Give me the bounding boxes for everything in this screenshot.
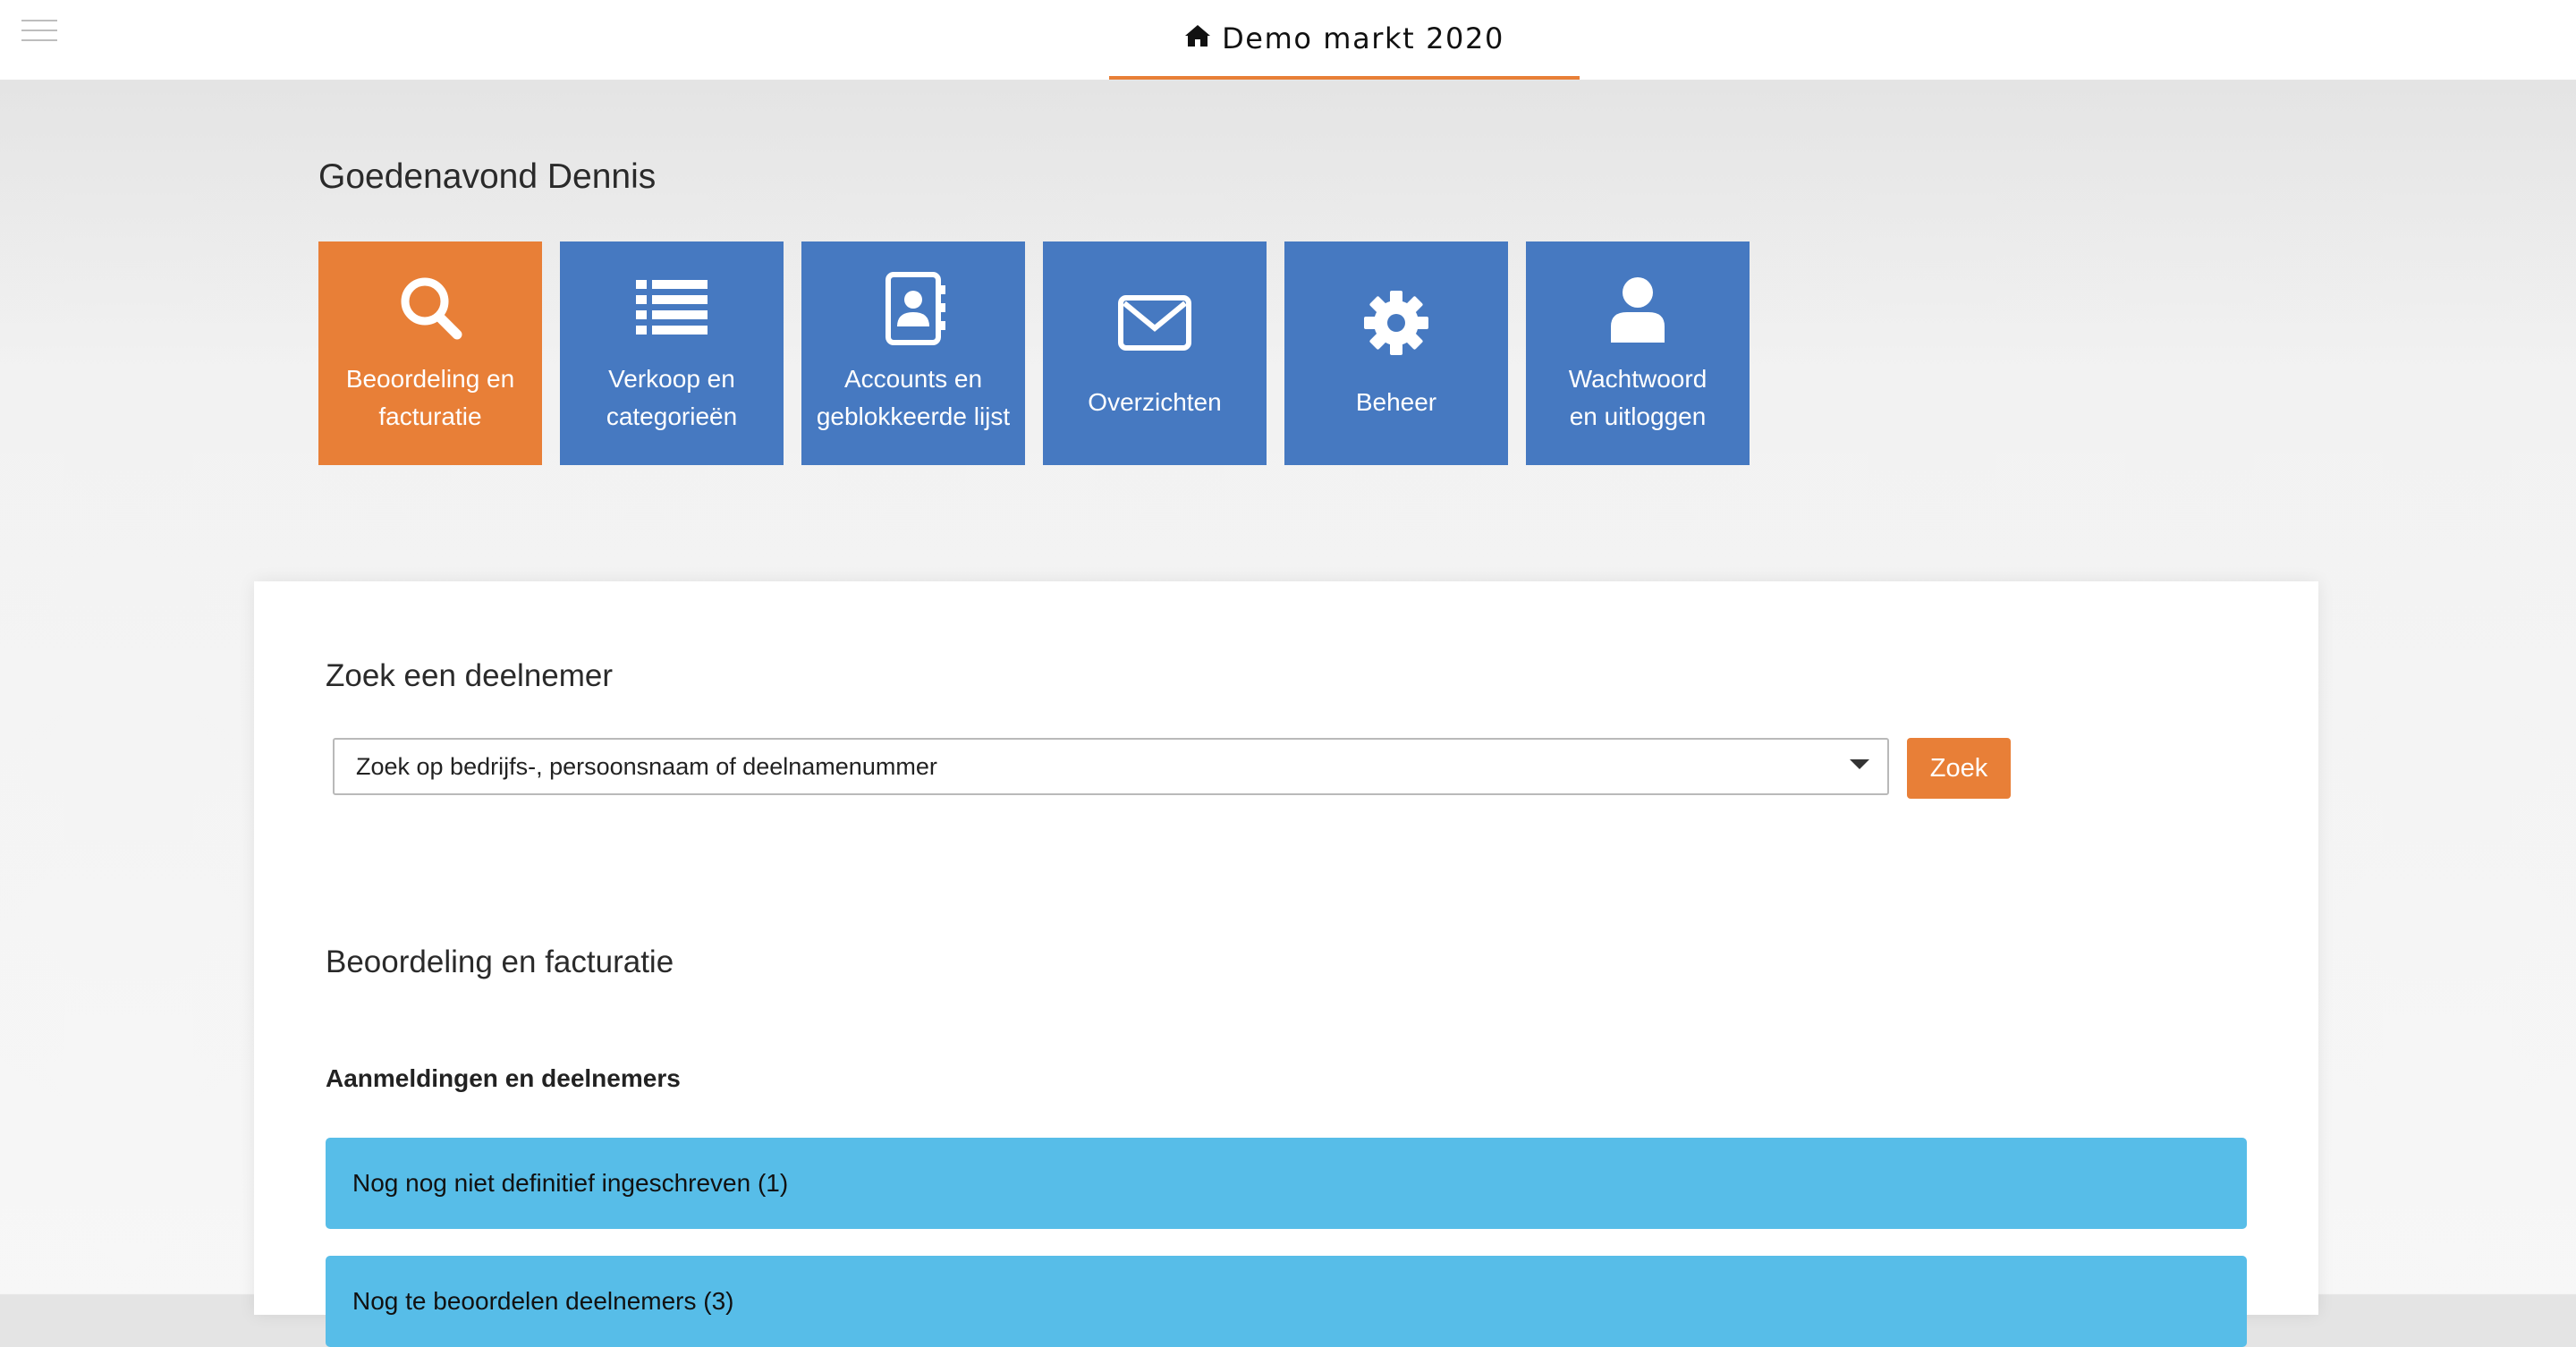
search-placeholder: Zoek op bedrijfs-, persoonsnaam of deeln… — [356, 752, 937, 780]
address-book-icon — [876, 271, 951, 346]
user-icon — [1600, 271, 1675, 346]
tile-verkoop-en-categorieen[interactable]: Verkoop en categorieën — [560, 241, 784, 465]
tile-wachtwoord-en-uitloggen[interactable]: Wachtwoord en uitloggen — [1526, 241, 1750, 465]
top-bar: Demo markt 2020 — [0, 0, 2576, 80]
tile-label: Verkoop en categorieën — [606, 365, 738, 430]
tile-beoordeling-en-facturatie[interactable]: Beoordeling en facturatie — [318, 241, 542, 465]
status-row-not-definitive[interactable]: Nog nog niet definitief ingeschreven (1) — [326, 1138, 2247, 1229]
tile-overzichten[interactable]: Overzichten — [1043, 241, 1267, 465]
tile-accounts-en-geblokkeerde-lijst[interactable]: Accounts en geblokkeerde lijst — [801, 241, 1025, 465]
tile-label: Wachtwoord en uitloggen — [1568, 365, 1707, 430]
list-icon — [634, 271, 709, 346]
tile-label: Accounts en geblokkeerde lijst — [816, 365, 1011, 430]
search-section-title: Zoek een deelnemer — [326, 658, 614, 693]
tile-beheer[interactable]: Beheer — [1284, 241, 1508, 465]
home-tab[interactable]: Demo markt 2020 — [1109, 0, 1580, 80]
participant-search-select[interactable]: Zoek op bedrijfs-, persoonsnaam of deeln… — [333, 738, 1889, 795]
section-title: Beoordeling en facturatie — [326, 945, 674, 979]
search-icon — [393, 271, 468, 346]
greeting-heading: Goedenavond Dennis — [318, 157, 657, 196]
chevron-down-icon — [1850, 759, 1869, 769]
navigation-tiles: Beoordeling en facturatie Verkoop en cat… — [318, 241, 1750, 465]
status-row-label: Nog nog niet definitief ingeschreven (1) — [352, 1169, 789, 1197]
home-icon — [1184, 23, 1211, 53]
status-row-to-review[interactable]: Nog te beoordelen deelnemers (3) — [326, 1256, 2247, 1347]
hamburger-icon[interactable] — [21, 20, 57, 41]
main-card: Zoek een deelnemer Zoek op bedrijfs-, pe… — [254, 581, 2318, 1347]
status-row-label: Nog te beoordelen deelnemers (3) — [352, 1287, 734, 1315]
tile-label: Beheer — [1355, 388, 1437, 416]
market-title: Demo markt 2020 — [1222, 21, 1504, 55]
tile-label: Beoordeling en facturatie — [345, 365, 515, 430]
tile-label: Overzichten — [1088, 388, 1222, 416]
search-button[interactable]: Zoek — [1907, 738, 2011, 799]
gear-icon — [1359, 285, 1434, 360]
envelope-icon — [1117, 285, 1192, 360]
section-subheading: Aanmeldingen en deelnemers — [326, 1064, 681, 1092]
